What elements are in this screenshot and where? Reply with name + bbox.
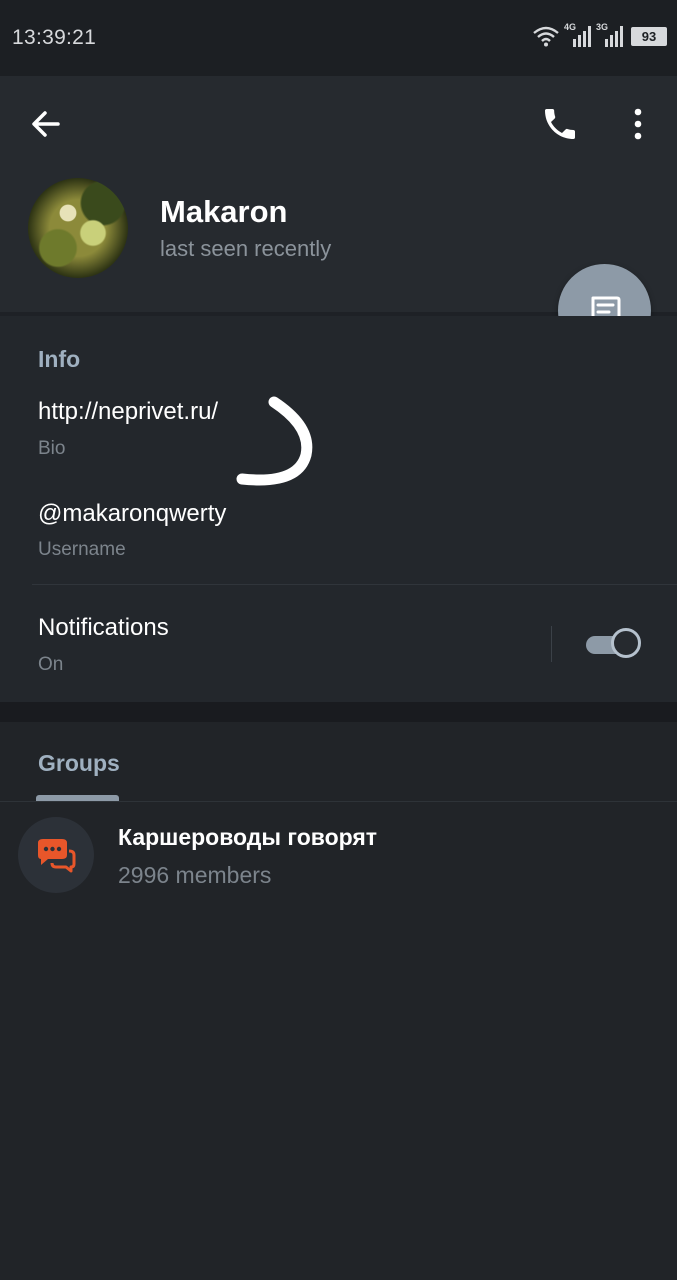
toggle-knob <box>611 628 641 658</box>
section-separator <box>0 702 677 722</box>
more-options-button[interactable] <box>622 104 654 144</box>
notifications-value: On <box>38 654 64 675</box>
tab-groups[interactable]: Groups <box>38 750 120 777</box>
group-name: Каршероводы говорят <box>118 824 378 850</box>
bio-label: Bio <box>38 438 66 459</box>
signal-3g-icon: 3G <box>596 22 623 47</box>
profile-name: Makaron <box>160 194 288 229</box>
username-value[interactable]: @makaronqwerty <box>38 500 226 528</box>
username-label: Username <box>38 539 126 560</box>
back-button[interactable] <box>26 104 66 144</box>
profile-last-seen: last seen recently <box>160 236 332 261</box>
group-members-count: 2996 members <box>118 862 272 888</box>
tab-divider <box>0 801 677 802</box>
signal-4g-icon: 4G <box>564 22 591 47</box>
notifications-toggle[interactable] <box>585 628 643 660</box>
battery-icon: 93 <box>631 26 667 46</box>
status-time: 13:39:21 <box>12 26 97 49</box>
call-button[interactable] <box>540 104 580 144</box>
profile-avatar[interactable] <box>28 178 128 278</box>
info-section: Info http://neprivet.ru/ Bio @makaronqwe… <box>0 316 677 702</box>
group-avatar <box>18 817 94 893</box>
phone-icon <box>545 109 575 139</box>
group-list-item[interactable]: Каршероводы говорят 2996 members <box>0 812 677 902</box>
arrow-left-icon <box>32 111 60 137</box>
status-bar: 13:39:21 4G 3G 93 <box>0 0 677 76</box>
wifi-icon <box>533 26 559 47</box>
divider <box>32 584 677 585</box>
bio-value[interactable]: http://neprivet.ru/ <box>38 398 218 426</box>
notifications-label[interactable]: Notifications <box>38 614 169 642</box>
chat-bubbles-icon <box>38 839 76 873</box>
vertical-divider <box>551 626 552 662</box>
info-title: Info <box>38 346 81 372</box>
groups-section: Groups Каршероводы говорят 2996 members <box>0 722 677 1280</box>
status-icons: 4G 3G 93 <box>533 22 667 47</box>
more-vert-icon <box>634 108 642 140</box>
